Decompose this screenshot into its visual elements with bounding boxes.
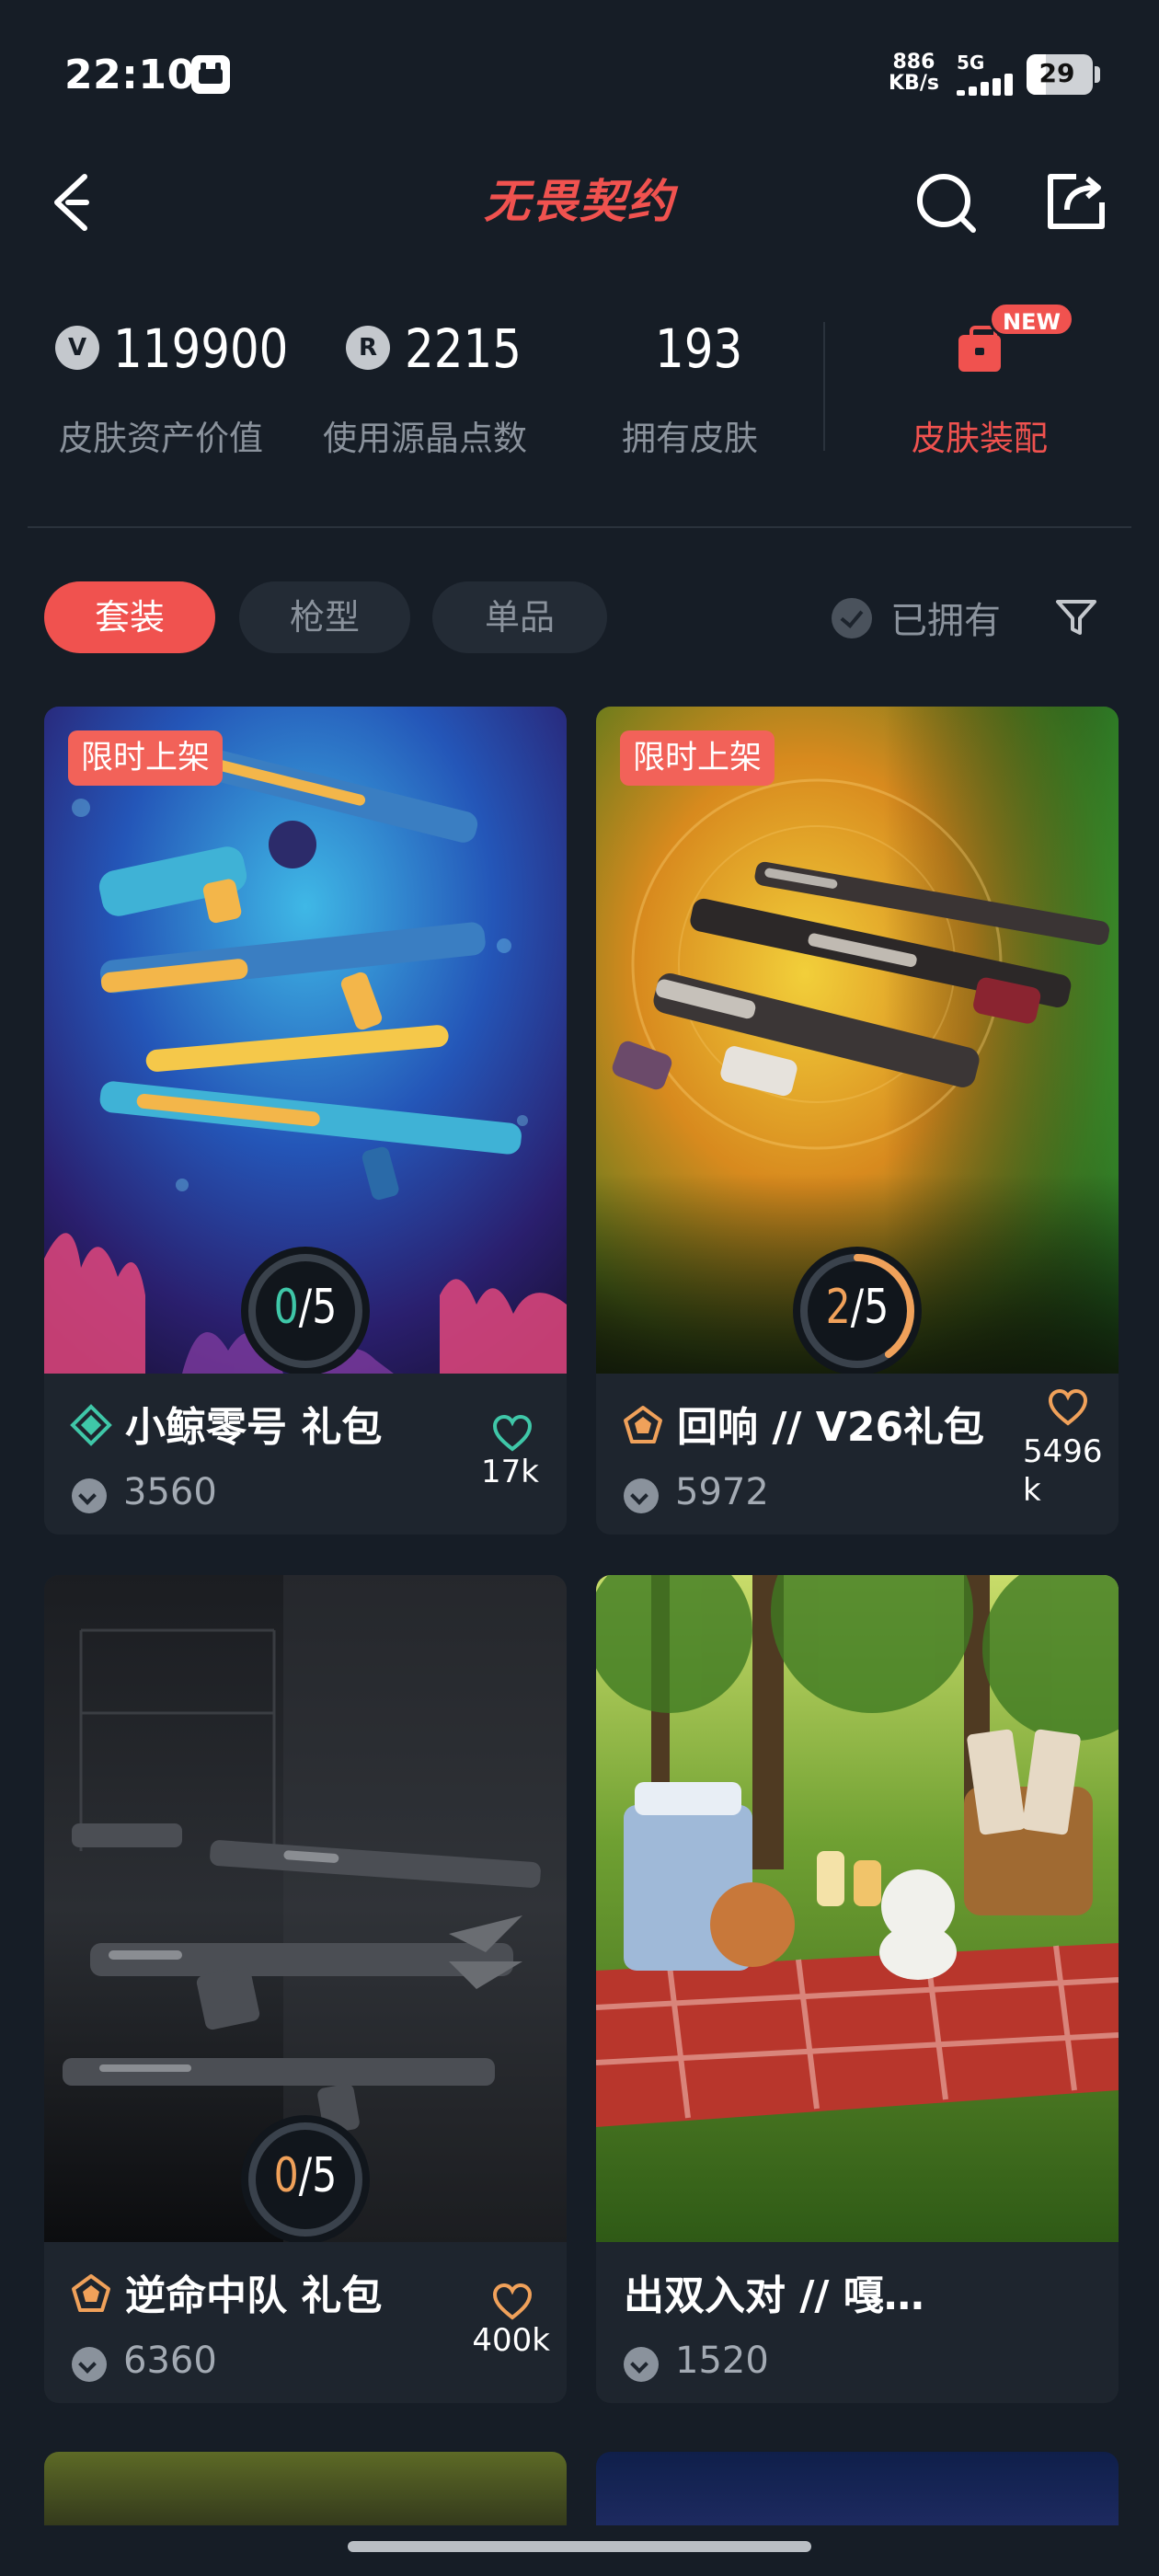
bundle-price: 6360: [123, 2340, 217, 2382]
bundle-price: 3560: [123, 1471, 217, 1513]
bundle-price: 1520: [675, 2340, 769, 2382]
bundle-title: 小鲸零号 礼包: [125, 1404, 383, 1451]
network-speed-value: 886: [892, 51, 935, 74]
skin-loadout-label: 皮肤装配: [912, 419, 1048, 458]
bundle-artwork: 限时上架 0/5: [44, 707, 567, 1374]
bundle-info: 逆命中队 礼包 6360 400k: [44, 2242, 567, 2403]
app-logo: 无畏契约: [484, 175, 675, 228]
likes-count: 17k: [481, 1454, 539, 1490]
status-time: 22:10: [64, 52, 196, 98]
progress-owned: 0: [273, 1280, 299, 1335]
search-button[interactable]: [911, 166, 984, 239]
stat-owned-skins: 193 拥有皮肤: [589, 315, 791, 462]
stat-owned-skins-number: 193: [655, 317, 743, 380]
bundle-card[interactable]: 限时上架 0/5 小鲸零号 礼包 3560 17k: [44, 707, 567, 1535]
share-icon: [1048, 174, 1105, 229]
back-button[interactable]: [46, 166, 101, 239]
owned-checkbox[interactable]: [832, 598, 872, 638]
collection-progress: 0/5: [239, 2113, 372, 2242]
tier-pentagon-icon: [624, 1406, 662, 1443]
bundle-title: 回响 // V26礼包: [677, 1404, 985, 1451]
vp-coin-icon: [72, 2347, 107, 2382]
status-bar: 22:10 886 KB/s 5G 29: [0, 0, 1159, 152]
collection-progress: 0/5: [239, 1245, 372, 1374]
vp-coin-icon: V: [55, 326, 99, 370]
funnel-icon: [1056, 600, 1096, 635]
heart-icon[interactable]: [1047, 1388, 1089, 1427]
section-divider: [28, 526, 1131, 528]
bundle-card[interactable]: 出双入对 // 嘎… 1520: [596, 1575, 1119, 2403]
progress-owned: 0: [273, 2148, 299, 2203]
bundle-info: 回响 // V26礼包 5972 5496 k: [596, 1374, 1119, 1535]
signal-icon: [957, 74, 1014, 96]
stat-skin-value: V 119900 皮肤资产价值: [51, 315, 288, 462]
filter-button[interactable]: [1053, 594, 1099, 640]
stat-radianite-label: 使用源晶点数: [323, 419, 527, 458]
bundle-title: 出双入对 // 嘎…: [624, 2272, 924, 2319]
tab-single-items[interactable]: 单品: [432, 581, 607, 653]
battery-tip: [1095, 66, 1100, 83]
progress-total: 5: [864, 1280, 889, 1335]
bag-icon: [958, 326, 1001, 372]
vp-coin-icon: [72, 1478, 107, 1513]
stat-skin-value-label: 皮肤资产价值: [59, 419, 263, 458]
chevron-left-icon: [54, 174, 89, 231]
battery-level: 29: [1039, 58, 1075, 88]
likes-count: 400k: [472, 2322, 550, 2359]
home-indicator[interactable]: [348, 2541, 811, 2552]
vp-coin-icon: [624, 1478, 659, 1513]
vp-coin-icon: [624, 2347, 659, 2382]
heart-icon[interactable]: [491, 2283, 534, 2321]
bundle-info: 小鲸零号 礼包 3560 17k: [44, 1374, 567, 1535]
bundle-artwork: 0/5: [44, 1575, 567, 2242]
network-speed-unit: KB/s: [889, 72, 939, 95]
bundle-info: 出双入对 // 嘎… 1520: [596, 2242, 1119, 2403]
progress-total: 5: [312, 1280, 338, 1335]
stat-radianite-number: 2215: [405, 317, 522, 380]
tab-bundles[interactable]: 套装: [44, 581, 215, 653]
stat-skin-value-number: 119900: [113, 317, 289, 380]
search-icon: [917, 174, 976, 233]
progress-text: 0/5: [273, 1280, 338, 1335]
tier-pentagon-icon: [72, 2274, 110, 2312]
stat-divider: [823, 322, 825, 451]
bundle-artwork: [596, 1575, 1119, 2242]
bundle-card[interactable]: 0/5 逆命中队 礼包 6360 400k: [44, 1575, 567, 2403]
stat-owned-skins-label: 拥有皮肤: [622, 419, 758, 458]
skin-loadout-button[interactable]: NEW 皮肤装配: [874, 294, 1085, 460]
new-badge: NEW: [989, 302, 1074, 337]
battery-icon: 29: [1027, 54, 1093, 95]
tier-diamond-icon: [70, 1404, 112, 1446]
bundle-card-partial[interactable]: [596, 2452, 1119, 2525]
likes-count: 5496 k: [1023, 1433, 1103, 1509]
bundle-artwork: 限时上架 2/5: [596, 707, 1119, 1374]
limited-time-tag: 限时上架: [620, 730, 775, 786]
collection-progress: 2/5: [791, 1245, 924, 1374]
network-type: 5G: [957, 52, 985, 74]
share-button[interactable]: [1039, 166, 1113, 239]
progress-total: 5: [312, 2148, 338, 2203]
progress-text: 2/5: [825, 1280, 889, 1335]
progress-text: 0/5: [273, 2148, 338, 2203]
bundle-card[interactable]: 限时上架 2/5 回响 // V26礼包 5972 5496 k: [596, 707, 1119, 1535]
tab-weapon-type[interactable]: 枪型: [239, 581, 410, 653]
stat-radianite-used: R 2215 使用源晶点数: [315, 315, 535, 462]
app-notification-icon: [191, 55, 230, 94]
radianite-icon: R: [346, 326, 390, 370]
progress-owned: 2: [825, 1280, 851, 1335]
heart-icon[interactable]: [491, 1414, 534, 1453]
owned-label[interactable]: 已拥有: [890, 591, 1001, 644]
bundle-price: 5972: [675, 1471, 769, 1513]
bundle-card-partial[interactable]: [44, 2452, 567, 2525]
network-speed: 886 KB/s: [889, 52, 939, 94]
limited-time-tag: 限时上架: [68, 730, 224, 786]
bundle-title: 逆命中队 礼包: [125, 2272, 383, 2319]
